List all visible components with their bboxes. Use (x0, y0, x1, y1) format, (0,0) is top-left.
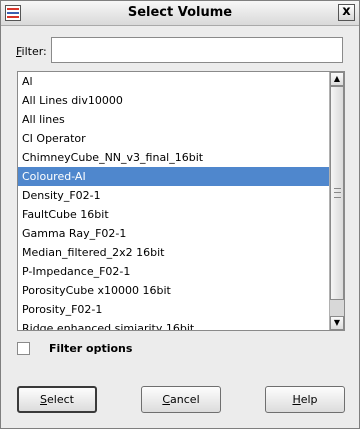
list-item[interactable]: Gamma Ray_F02-1 (18, 224, 329, 243)
title-bar[interactable]: Select Volume x (1, 1, 359, 26)
filter-label: Filter: (16, 45, 47, 58)
arrow-up-icon: ▲ (333, 74, 341, 83)
list-item[interactable]: All Lines div10000 (18, 91, 329, 110)
list-item[interactable]: All lines (18, 110, 329, 129)
list-item[interactable]: Coloured-AI (18, 167, 329, 186)
list-item[interactable]: ChimneyCube_NN_v3_final_16bit (18, 148, 329, 167)
list-item[interactable]: FaultCube 16bit (18, 205, 329, 224)
list-item[interactable]: CI Operator (18, 129, 329, 148)
filter-options-label: Filter options (49, 342, 133, 355)
list-item[interactable]: Median_filtered_2x2 16bit (18, 243, 329, 262)
select-button[interactable]: Select (17, 386, 97, 413)
list-item[interactable]: PorosityCube x10000 16bit (18, 281, 329, 300)
list-item[interactable]: Ridge enhanced simiarity 16bit (18, 319, 329, 330)
dialog-title: Select Volume (127, 5, 233, 20)
help-button[interactable]: Help (265, 386, 345, 413)
volume-list[interactable]: Al All Lines div10000 All lines CI Operator… (17, 71, 345, 331)
filter-input[interactable] (51, 37, 343, 63)
scroll-down-button[interactable]: ▼ (330, 316, 344, 330)
scroll-thumb[interactable] (330, 86, 344, 300)
filter-options-checkbox[interactable] (17, 342, 30, 355)
cancel-button[interactable]: Cancel (141, 386, 221, 413)
select-volume-dialog: Select Volume x Filter: Al All Lines div1… (0, 0, 360, 429)
list-item[interactable]: P-Impedance_F02-1 (18, 262, 329, 281)
close-button[interactable]: x (338, 4, 355, 21)
close-icon: x (342, 4, 351, 19)
list-item[interactable]: Porosity_F02-1 (18, 300, 329, 319)
volume-list-items: Al All Lines div10000 All lines CI Operator… (18, 72, 329, 330)
grip-icon (334, 188, 341, 198)
arrow-down-icon: ▼ (333, 318, 341, 327)
list-item[interactable]: Density_F02-1 (18, 186, 329, 205)
scroll-up-button[interactable]: ▲ (330, 72, 344, 86)
list-item[interactable]: Al (18, 72, 329, 91)
vertical-scrollbar[interactable]: ▲ ▼ (329, 72, 344, 330)
